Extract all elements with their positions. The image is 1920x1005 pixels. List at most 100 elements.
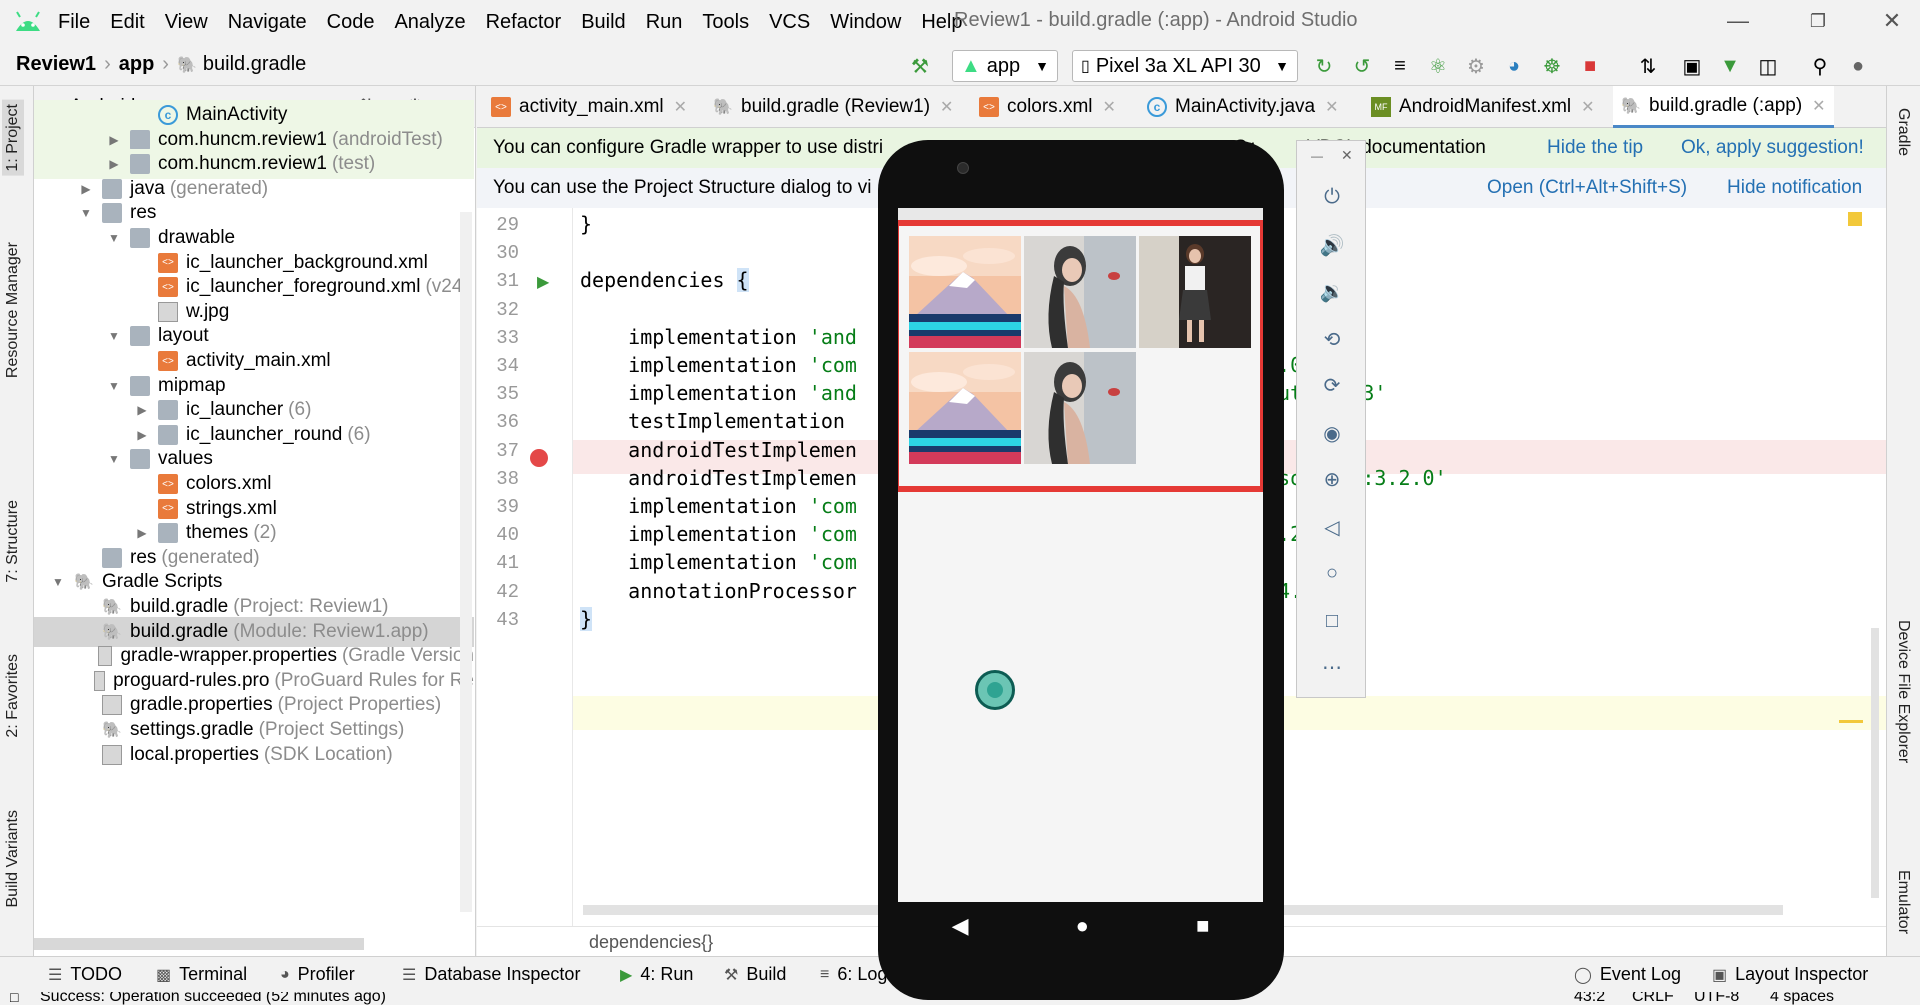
tab-gradle[interactable]: Gradle <box>1894 108 1912 156</box>
hide-tip-link[interactable]: Hide the tip <box>1547 137 1643 159</box>
breadcrumb-project[interactable]: Review1 <box>16 53 96 76</box>
hammer-build-icon[interactable]: ⚒ <box>906 52 934 80</box>
tab-activity-main[interactable]: <> activity_main.xml ✕ <box>483 86 695 128</box>
restore-icon[interactable]: ❐ <box>1798 6 1838 36</box>
close-tab-icon[interactable]: ✕ <box>1103 97 1116 117</box>
tab-build-gradle-app[interactable]: 🐘 build.gradle (:app) ✕ <box>1613 86 1834 128</box>
close-tab-icon[interactable]: ✕ <box>940 97 953 117</box>
code-line[interactable]: testImplementation <box>580 409 845 433</box>
overview-icon[interactable]: □ <box>1297 601 1367 641</box>
rotate-left-icon[interactable]: ⟲ <box>1297 319 1367 359</box>
file-encoding[interactable]: UTF-8 <box>1694 992 1739 1005</box>
expand-arrow-icon[interactable]: ▶ <box>134 428 150 442</box>
tab-colors[interactable]: <> colors.xml ✕ <box>971 86 1124 128</box>
volume-up-icon[interactable]: 🔊 <box>1297 225 1367 265</box>
debug-icon[interactable]: ⚛ <box>1424 52 1452 80</box>
database-inspector-tool[interactable]: ☰ Database Inspector <box>402 964 580 985</box>
tab-main-activity[interactable]: c MainActivity.java ✕ <box>1139 86 1347 128</box>
close-tab-icon[interactable]: ✕ <box>674 97 687 117</box>
tab-project[interactable]: 1: Project <box>2 100 24 176</box>
line-separator[interactable]: CRLF <box>1632 992 1674 1005</box>
code-line[interactable]: implementation 'com <box>580 522 857 546</box>
code-line[interactable]: implementation 'and <box>580 381 857 405</box>
run-config-select[interactable]: ▲ app ▼ <box>952 50 1058 82</box>
status-message[interactable]: Success: Operation succeeded (52 minutes… <box>40 992 386 1005</box>
minimize-icon[interactable]: — <box>1718 6 1758 36</box>
tree-item[interactable]: local.properties (SDK Location) <box>34 740 474 770</box>
run-gutter-icon[interactable]: ▶ <box>537 272 549 292</box>
stop-icon[interactable]: ■ <box>1576 52 1604 80</box>
emulator-screen[interactable] <box>898 208 1263 902</box>
device-manager-icon[interactable]: ▣ <box>1678 52 1706 80</box>
rerun-icon[interactable]: ↻ <box>1310 52 1338 80</box>
code-line[interactable]: } <box>580 212 592 236</box>
code-line[interactable]: implementation 'com <box>580 550 857 574</box>
search-icon[interactable]: ⚲ <box>1806 52 1834 80</box>
more-icon[interactable]: ⋯ <box>1297 647 1367 687</box>
menu-run[interactable]: Run <box>646 11 683 34</box>
breakpoint-icon[interactable] <box>530 449 548 467</box>
tab-build-variants[interactable]: Build Variants <box>4 810 22 908</box>
close-tab-icon[interactable]: ✕ <box>1325 97 1338 117</box>
expand-arrow-icon[interactable]: ▼ <box>106 231 122 245</box>
build-tool[interactable]: ⚒ Build <box>724 964 786 985</box>
expand-arrow-icon[interactable]: ▼ <box>106 379 122 393</box>
breadcrumb-module[interactable]: app <box>119 53 155 76</box>
close-icon[interactable]: ✕ <box>1872 6 1912 36</box>
mountain-landscape-image[interactable] <box>909 236 1021 348</box>
device-select[interactable]: ▯ Pixel 3a XL API 30 ▼ <box>1072 50 1298 82</box>
close-tab-icon[interactable]: ✕ <box>1581 97 1594 117</box>
expand-arrow-icon[interactable]: ▶ <box>134 526 150 540</box>
coverage-icon[interactable]: ⚙ <box>1462 52 1490 80</box>
zoom-icon[interactable]: ⊕ <box>1297 459 1367 499</box>
expand-arrow-icon[interactable]: ▼ <box>50 575 66 589</box>
hide-notification-link[interactable]: Hide notification <box>1727 177 1862 199</box>
sdk-manager-icon[interactable]: ▼ <box>1716 52 1744 80</box>
menu-build[interactable]: Build <box>581 11 625 34</box>
rotate-right-icon[interactable]: ⟳ <box>1297 365 1367 405</box>
screenshot-icon[interactable]: ◉ <box>1297 413 1367 453</box>
editor-vertical-scrollbar[interactable] <box>1871 628 1879 898</box>
expand-arrow-icon[interactable]: ▶ <box>106 133 122 147</box>
terminal-tool[interactable]: ▩ Terminal <box>156 964 247 985</box>
horizontal-scrollbar[interactable] <box>34 938 364 950</box>
woman-portrait-image[interactable] <box>1024 236 1136 348</box>
resource-manager-icon[interactable]: ◫ <box>1754 52 1782 80</box>
open-project-structure-link[interactable]: Open (Ctrl+Alt+Shift+S) <box>1487 177 1687 199</box>
code-line[interactable]: androidTestImplemen <box>580 438 857 462</box>
code-line[interactable]: annotationProcessor <box>580 579 857 603</box>
home-nav-icon[interactable]: ● <box>1076 913 1089 939</box>
expand-arrow-icon[interactable]: ▼ <box>78 206 94 220</box>
logcat-tool[interactable]: ≡ 6: Log <box>820 964 887 985</box>
expand-arrow-icon[interactable]: ▶ <box>106 157 122 171</box>
run-tool[interactable]: ▶ 4: Run <box>620 964 693 985</box>
editor-gutter[interactable]: 29 30 31 32 33 34 35 36 37 38 39 40 41 42 43 <box>477 208 573 926</box>
tab-emulator[interactable]: Emulator <box>1894 870 1912 934</box>
home-icon[interactable]: ○ <box>1297 553 1367 593</box>
caret-position[interactable]: 43:2 <box>1574 992 1605 1005</box>
menu-file[interactable]: File <box>58 11 90 34</box>
todo-tool[interactable]: ☰ TODO <box>48 964 122 985</box>
code-line[interactable]: implementation 'com <box>580 353 857 377</box>
menu-window[interactable]: Window <box>830 11 901 34</box>
expand-arrow-icon[interactable]: ▶ <box>134 403 150 417</box>
menu-edit[interactable]: Edit <box>110 11 144 34</box>
warning-marker-icon[interactable] <box>1848 212 1862 226</box>
menu-navigate[interactable]: Navigate <box>228 11 307 34</box>
menu-code[interactable]: Code <box>327 11 375 34</box>
tab-device-file-explorer[interactable]: Device File Explorer <box>1894 620 1912 763</box>
code-line[interactable]: implementation 'and <box>580 325 857 349</box>
profile-icon[interactable]: ◕ <box>1500 52 1528 80</box>
profiler-tool[interactable]: ◕ Profiler <box>280 964 355 985</box>
close-icon[interactable]: ✕ <box>1341 147 1353 164</box>
recents-nav-icon[interactable]: ■ <box>1196 913 1209 939</box>
minimize-icon[interactable]: — <box>1311 149 1323 163</box>
code-line[interactable]: implementation 'com <box>580 494 857 518</box>
indent-setting[interactable]: 4 spaces <box>1770 992 1834 1005</box>
menu-analyze[interactable]: Analyze <box>394 11 465 34</box>
expand-arrow-icon[interactable]: ▶ <box>78 182 94 196</box>
tab-favorites[interactable]: 2: Favorites <box>4 654 22 738</box>
close-tab-icon[interactable]: ✕ <box>1812 96 1825 116</box>
tab-structure[interactable]: 7: Structure <box>4 500 22 583</box>
apply-suggestion-link[interactable]: Ok, apply suggestion! <box>1681 137 1864 159</box>
